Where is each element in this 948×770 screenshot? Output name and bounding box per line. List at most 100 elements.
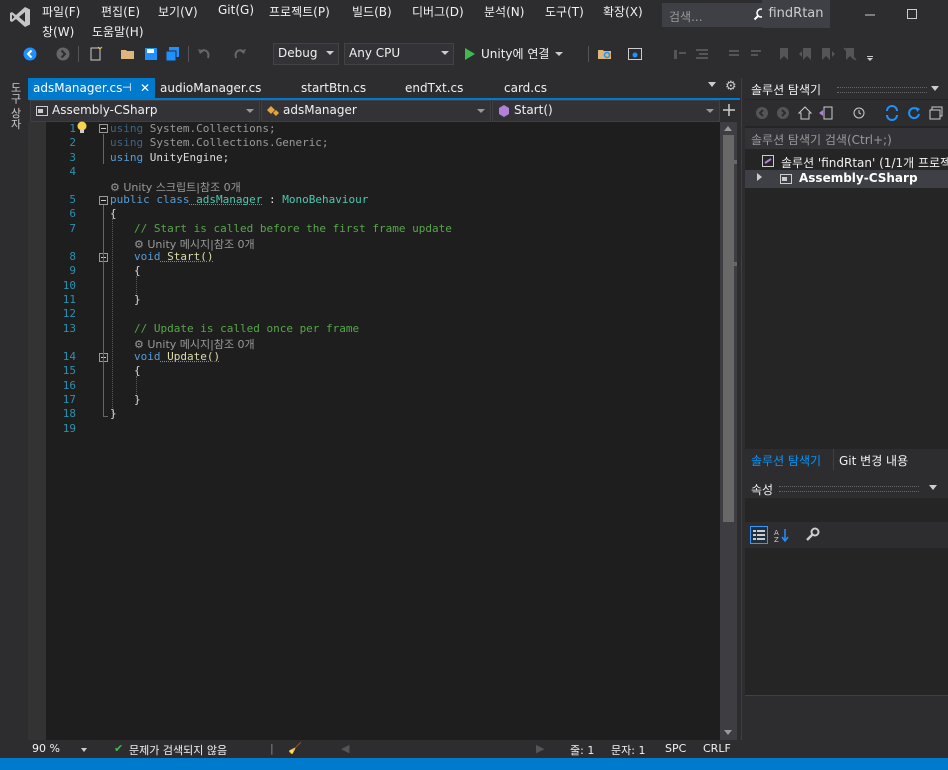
close-icon[interactable]: ✕ (140, 78, 150, 98)
indent-icon[interactable] (694, 46, 710, 62)
settings-gear-icon[interactable]: ⚙ (725, 79, 737, 94)
drag-handle[interactable] (837, 87, 927, 93)
run-button-label[interactable]: Unity에 연결 (481, 45, 549, 62)
minimize-icon[interactable] (860, 6, 880, 22)
class-nav-dropdown[interactable]: adsManager (261, 100, 491, 122)
property-pages-wrench-icon[interactable] (804, 527, 820, 543)
char-indicator[interactable]: 문자: 1 (611, 742, 645, 758)
open-folder-icon[interactable] (120, 46, 136, 62)
toolbox-tab[interactable]: 도구 상자 (7, 82, 23, 130)
tab-endtxt[interactable]: endTxt.cs (405, 78, 485, 98)
fold-toggle[interactable] (99, 196, 108, 205)
folder-search-icon[interactable] (597, 46, 613, 62)
split-window-icon[interactable] (722, 103, 736, 117)
browser-icon[interactable] (627, 46, 643, 62)
uncomment-icon[interactable] (748, 46, 764, 62)
menu-extensions[interactable]: 확장(X) (603, 3, 643, 20)
tab-adsmanager[interactable]: adsManager.cs ⊣ ✕ (28, 78, 155, 98)
member-nav-dropdown[interactable]: Start() (492, 100, 720, 122)
whitespace-indicator[interactable]: SPC (665, 742, 686, 755)
scrollbar-thumb[interactable] (723, 135, 734, 522)
pending-changes-filter-icon[interactable] (852, 105, 868, 121)
toolbar-overflow-icon[interactable] (862, 46, 878, 62)
new-project-icon[interactable] (88, 46, 104, 62)
sync-icon[interactable] (884, 105, 900, 121)
menu-view[interactable]: 보기(V) (158, 3, 198, 20)
scroll-up-icon[interactable] (724, 126, 732, 131)
back-icon[interactable] (22, 46, 38, 62)
tab-card[interactable]: card.cs (504, 78, 564, 98)
menu-file[interactable]: 파일(F) (42, 3, 80, 20)
maximize-icon[interactable] (902, 6, 922, 22)
prev-bookmark-icon[interactable] (798, 46, 814, 62)
panel-menu-icon[interactable] (929, 485, 937, 490)
refresh-icon[interactable] (906, 105, 922, 121)
project-nav-dropdown[interactable]: Assembly-CSharp (30, 100, 260, 122)
zoom-level[interactable]: 90 % (32, 742, 60, 755)
tab-solution-explorer[interactable]: 솔루션 탐색기 (751, 452, 821, 469)
save-all-icon[interactable] (165, 46, 181, 62)
fold-toggle[interactable] (99, 124, 108, 133)
back-icon[interactable] (755, 106, 769, 120)
platform-dropdown[interactable]: Any CPU (344, 43, 454, 65)
csharp-project-icon (36, 106, 48, 116)
next-bookmark-icon[interactable] (820, 46, 836, 62)
code-editor[interactable] (28, 122, 720, 740)
menu-tools[interactable]: 도구(T) (545, 3, 584, 20)
clear-bookmarks-icon[interactable] (842, 46, 858, 62)
line-indicator[interactable]: 줄: 1 (570, 742, 594, 758)
menu-git[interactable]: Git(G) (218, 3, 254, 17)
comment-icon[interactable] (726, 46, 742, 62)
panel-menu-icon[interactable] (931, 86, 939, 91)
code-line: } (110, 407, 117, 420)
menu-project[interactable]: 프로젝트(P) (269, 3, 330, 20)
code-line: public class adsManager : MonoBehaviour (110, 193, 369, 206)
menu-window[interactable]: 창(W) (42, 23, 74, 40)
menu-analyze[interactable]: 분석(N) (484, 3, 524, 20)
tree-item-solution[interactable]: 솔루션 'findRtan' (1/1개 프로젝 (745, 152, 948, 170)
line-ending-indicator[interactable]: CRLF (703, 742, 731, 755)
save-icon[interactable] (143, 46, 159, 62)
tab-audiomanager[interactable]: audioManager.cs (160, 78, 280, 98)
menu-edit[interactable]: 편집(E) (101, 3, 140, 20)
play-icon[interactable] (462, 46, 478, 62)
splitter-grip[interactable] (733, 160, 737, 164)
lightbulb-icon[interactable] (76, 121, 88, 135)
tab-list-dropdown-icon[interactable] (708, 82, 716, 87)
switch-views-icon[interactable] (818, 105, 834, 121)
collapse-all-icon[interactable] (928, 105, 944, 121)
scroll-down-icon[interactable] (724, 730, 732, 735)
tab-startbtn[interactable]: startBtn.cs (301, 78, 391, 98)
zoom-dropdown-icon[interactable] (81, 748, 87, 752)
line-number: 13 (62, 322, 76, 335)
panel-splitter[interactable] (741, 78, 742, 740)
cleanup-brush-icon[interactable]: 🧹 (288, 742, 302, 755)
problems-status[interactable]: 문제가 검색되지 않음 (129, 742, 227, 758)
method-icon (499, 105, 509, 117)
forward-icon[interactable] (776, 106, 790, 120)
step-icon[interactable] (672, 46, 688, 62)
categorized-icon[interactable] (750, 526, 768, 544)
menu-build[interactable]: 빌드(B) (352, 3, 392, 20)
configuration-dropdown[interactable]: Debug (273, 43, 339, 65)
expand-arrow-icon[interactable] (757, 173, 762, 181)
drag-handle[interactable] (779, 486, 919, 492)
redo-icon[interactable] (232, 46, 248, 62)
hscroll-right-icon[interactable]: ▶ (536, 742, 544, 755)
home-icon[interactable] (797, 105, 813, 121)
splitter-grip[interactable] (733, 262, 737, 266)
hscroll-left-icon[interactable]: ◀ (341, 742, 349, 755)
pin-icon[interactable]: ⊣ (122, 78, 132, 98)
solution-search-input[interactable]: 솔루션 탐색기 검색(Ctrl+;) (745, 128, 948, 149)
alphabetical-sort-icon[interactable]: AZ (774, 527, 790, 543)
bookmark-icon[interactable] (776, 46, 792, 62)
search-input[interactable]: 검색... (662, 3, 774, 27)
menu-help[interactable]: 도움말(H) (92, 23, 144, 40)
tab-git-changes[interactable]: Git 변경 내용 (839, 452, 908, 469)
undo-icon[interactable] (196, 46, 212, 62)
menu-debug[interactable]: 디버그(D) (412, 3, 464, 20)
tree-item-project[interactable]: Assembly-CSharp (745, 170, 948, 188)
run-dropdown-arrow[interactable] (555, 52, 563, 56)
csharp-project-icon (780, 174, 792, 184)
forward-icon[interactable] (55, 46, 71, 62)
